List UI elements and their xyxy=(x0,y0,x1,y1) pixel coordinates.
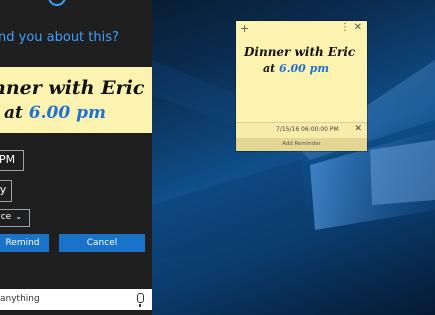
remind-button[interactable]: Remind xyxy=(0,234,49,252)
sticky-note-window[interactable]: + ⋮ ✕ Dinner with Eric at 6.00 pm 7/15/1… xyxy=(236,21,367,151)
repeat-dropdown-value: nce xyxy=(0,212,12,222)
sticky-time: 6.00 pm xyxy=(279,62,329,75)
time-picker[interactable]: PM xyxy=(0,150,24,171)
time-picker-value: PM xyxy=(0,153,16,166)
microphone-icon[interactable] xyxy=(137,293,144,307)
chevron-down-icon: ⌄ xyxy=(15,212,22,221)
day-picker-value: ay xyxy=(0,183,7,196)
note-line-2: at 6.00 pm xyxy=(4,103,106,123)
cortana-note-preview: nner with Eric at 6.00 pm xyxy=(0,67,152,133)
add-note-icon[interactable]: + xyxy=(240,22,249,35)
repeat-dropdown[interactable]: nce⌄ xyxy=(0,209,30,227)
note-line-1: nner with Eric xyxy=(0,77,145,99)
close-icon[interactable]: ✕ xyxy=(354,22,362,33)
sticky-line-2-prefix: at xyxy=(263,62,280,75)
sticky-line-2: at 6.00 pm xyxy=(263,62,329,75)
note-line-2-prefix: at xyxy=(4,103,29,123)
reminder-datetime: 7/15/16 06:00:00 PM xyxy=(276,126,339,133)
sticky-note-titlebar: + ⋮ ✕ xyxy=(236,21,367,35)
cortana-prompt: nd you about this? xyxy=(0,30,119,45)
note-time: 6.00 pm xyxy=(28,103,106,123)
remove-reminder-icon[interactable]: ✕ xyxy=(354,124,362,134)
cancel-button[interactable]: Cancel xyxy=(59,234,145,252)
cortana-panel: nd you about this? nner with Eric at 6.0… xyxy=(0,0,152,315)
search-text: anything xyxy=(0,294,40,304)
day-picker[interactable]: ay xyxy=(0,180,12,202)
more-options-icon[interactable]: ⋮ xyxy=(340,22,350,33)
cortana-ring-icon xyxy=(48,0,66,6)
add-reminder-button[interactable]: Add Reminder xyxy=(236,138,367,151)
cortana-search-box[interactable]: anything xyxy=(0,289,152,310)
sticky-line-1: Dinner with Eric xyxy=(244,45,356,59)
reminder-row: 7/15/16 06:00:00 PM ✕ xyxy=(236,122,367,139)
